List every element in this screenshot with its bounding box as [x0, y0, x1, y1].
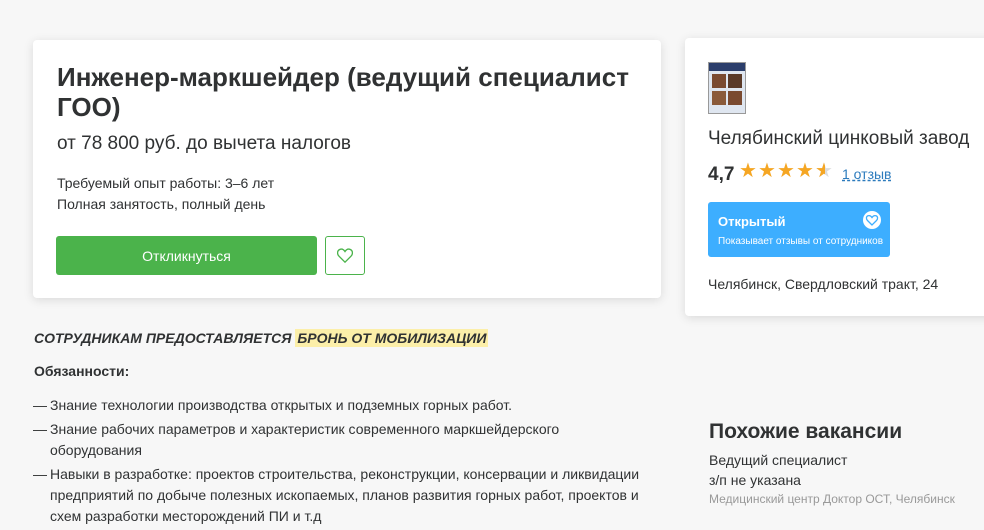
employment-type: Полная занятость, полный день [57, 196, 266, 212]
duty-text: Знание рабочих параметров и характеристи… [50, 421, 560, 458]
star-icon: ★ [739, 160, 757, 182]
list-item: — Навыки в разработке: проектов строитель… [33, 466, 640, 524]
duties-heading: Обязанности: [34, 363, 130, 379]
company-name[interactable]: Челябинский цинковый завод [708, 128, 969, 150]
respond-button[interactable]: Откликнуться [56, 236, 317, 275]
list-item: — Знание технологии производства открытых… [33, 397, 512, 413]
badge-description: Показывает отзывы от сотрудников [718, 236, 884, 247]
favorite-button[interactable] [325, 236, 365, 275]
star-icon: ★ [777, 160, 795, 182]
company-logo[interactable] [708, 62, 746, 114]
similar-vacancy-salary: з/п не указана [709, 472, 801, 488]
company-card: Челябинский цинковый завод 4,7 ★ ★ ★ ★ ★… [685, 38, 984, 316]
star-half-icon: ★ [815, 160, 834, 182]
duty-text: Навыки в разработке: проектов строительс… [50, 466, 640, 524]
rating-value: 4,7 [708, 164, 735, 185]
list-item: — Знание рабочих параметров и характерист… [33, 421, 560, 458]
similar-vacancy-title[interactable]: Ведущий специалист [709, 452, 847, 468]
vacancy-card: Инженер-маркшейдер (ведущий специалист Г… [33, 40, 661, 298]
duties-list: — Знание технологии производства открытых… [33, 395, 643, 530]
reviews-link[interactable]: 1 отзыв [842, 166, 892, 182]
mobilization-highlight: БРОНЬ ОТ МОБИЛИЗАЦИИ [295, 329, 489, 347]
salary: от 78 800 руб. до вычета налогов [57, 133, 351, 154]
similar-vacancies-heading: Похожие вакансии [709, 420, 903, 443]
mobilization-prefix: СОТРУДНИКАМ ПРЕДОСТАВЛЯЕТСЯ [34, 330, 292, 346]
heart-badge-icon [863, 211, 881, 229]
experience-requirement: Требуемый опыт работы: 3–6 лет [57, 175, 275, 191]
badge-title: Открытый [718, 214, 786, 229]
company-address: Челябинск, Свердловский тракт, 24 [708, 276, 939, 292]
vacancy-title: Инженер-маркшейдер (ведущий специалист Г… [57, 62, 629, 122]
rating-stars: ★ ★ ★ ★ ★ [739, 160, 834, 182]
mobilization-notice: СОТРУДНИКАМ ПРЕДОСТАВЛЯЕТСЯ БРОНЬ ОТ МОБ… [34, 329, 489, 347]
duty-text: Знание технологии производства открытых … [50, 397, 512, 413]
star-icon: ★ [758, 160, 776, 182]
star-icon: ★ [796, 160, 814, 182]
similar-vacancy-company: Медицинский центр Доктор ОСТ, Челябинск [709, 492, 955, 506]
heart-icon [337, 248, 353, 263]
open-employer-badge[interactable]: Открытый Показывает отзывы от сотруднико… [708, 202, 890, 257]
